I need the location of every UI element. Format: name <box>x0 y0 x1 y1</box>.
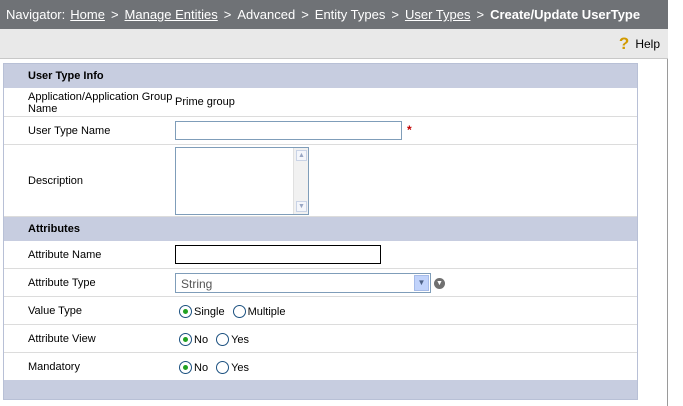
attribute-name-row: Attribute Name <box>4 241 637 269</box>
help-button[interactable]: ? Help <box>619 35 660 52</box>
breadcrumb-manage-entities[interactable]: Manage Entities <box>125 7 218 22</box>
mandatory-yes-label: Yes <box>231 361 250 374</box>
app-group-row: Application/Application Group Name Prime… <box>4 88 637 117</box>
value-type-single-radio[interactable] <box>179 305 192 318</box>
mandatory-no-radio[interactable] <box>179 361 192 374</box>
breadcrumb-separator: > <box>301 7 309 22</box>
user-type-info-header: User Type Info <box>4 64 637 88</box>
app-group-label: Application/Application Group Name <box>28 91 173 115</box>
attribute-name-label: Attribute Name <box>28 249 102 261</box>
navigator-prefix: Navigator: <box>6 7 66 22</box>
user-type-name-input[interactable] <box>175 121 402 140</box>
attribute-view-radio-group: No Yes <box>179 333 257 346</box>
mandatory-label: Mandatory <box>28 361 80 373</box>
navigator-breadcrumb: Navigator: Home > Manage Entities > Adva… <box>0 0 668 29</box>
description-scrollbar[interactable]: ▲ ▼ <box>293 148 308 214</box>
user-type-name-row: User Type Name * <box>4 117 637 145</box>
attribute-view-yes-radio[interactable] <box>216 333 230 346</box>
description-textarea[interactable]: ▲ ▼ <box>175 147 309 215</box>
attribute-type-value: String <box>181 277 213 291</box>
page-title: Create/Update UserType <box>490 7 641 22</box>
required-marker: * <box>407 123 412 137</box>
attribute-view-yes-label: Yes <box>231 333 250 346</box>
info-chevron-icon[interactable]: ▼ <box>434 278 445 289</box>
user-type-form: User Type Info Application/Application G… <box>3 63 638 400</box>
breadcrumb-separator: > <box>391 7 399 22</box>
attribute-view-row: Attribute View No Yes <box>4 325 637 353</box>
value-type-row: Value Type Single Multiple <box>4 297 637 325</box>
value-type-radio-group: Single Multiple <box>179 305 293 318</box>
mandatory-yes-radio[interactable] <box>216 361 230 374</box>
attribute-type-row: Attribute Type String ▼ ▼ <box>4 269 637 297</box>
toolbar: ? Help <box>0 29 668 59</box>
value-type-label: Value Type <box>28 305 83 317</box>
window-frame: Navigator: Home > Manage Entities > Adva… <box>0 0 668 406</box>
breadcrumb-separator: > <box>476 7 485 22</box>
app-group-value: Prime group <box>175 96 235 108</box>
scroll-up-icon[interactable]: ▲ <box>296 150 307 161</box>
attribute-view-no-radio[interactable] <box>179 333 192 346</box>
mandatory-no-label: No <box>194 361 209 374</box>
attribute-view-no-label: No <box>194 333 209 346</box>
breadcrumb-entity-types: Entity Types <box>314 7 386 22</box>
attribute-type-label: Attribute Type <box>28 277 96 289</box>
description-row: Description ▲ ▼ <box>4 145 637 217</box>
mandatory-row: Mandatory No Yes <box>4 353 637 380</box>
breadcrumb-user-types[interactable]: User Types <box>405 7 471 22</box>
user-type-name-label: User Type Name <box>28 125 111 137</box>
form-footer-band <box>4 380 637 399</box>
value-type-multiple-radio[interactable] <box>232 305 246 318</box>
mandatory-radio-group: No Yes <box>179 361 257 374</box>
description-label: Description <box>28 175 84 187</box>
attributes-header: Attributes <box>4 217 637 241</box>
breadcrumb-separator: > <box>223 7 232 22</box>
attribute-name-input[interactable] <box>175 245 381 264</box>
attribute-view-label: Attribute View <box>28 333 96 345</box>
breadcrumb-home[interactable]: Home <box>70 7 105 22</box>
value-type-single-label: Single <box>194 305 225 318</box>
value-type-multiple-label: Multiple <box>247 305 286 318</box>
chevron-down-icon[interactable]: ▼ <box>414 275 429 291</box>
scroll-down-icon[interactable]: ▼ <box>296 201 307 212</box>
help-label: Help <box>635 36 660 51</box>
attribute-type-select[interactable]: String ▼ <box>175 273 431 293</box>
breadcrumb-separator: > <box>110 7 119 22</box>
help-icon: ? <box>618 34 630 53</box>
breadcrumb-advanced: Advanced <box>237 7 296 22</box>
